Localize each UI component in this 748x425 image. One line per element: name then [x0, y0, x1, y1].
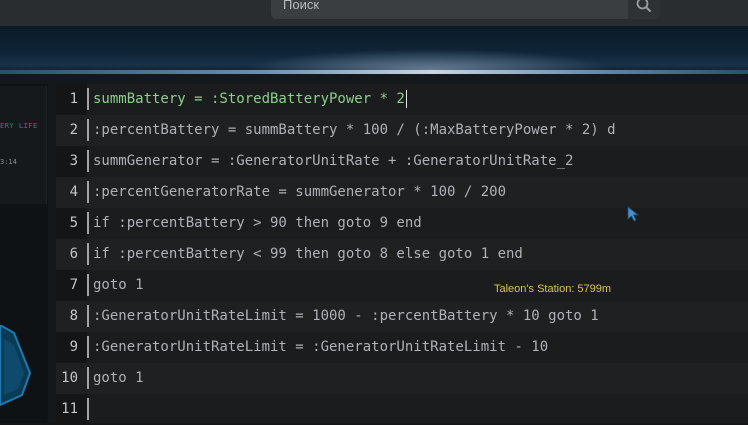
- line-number: 2: [69, 122, 78, 138]
- line-number: 9: [69, 339, 78, 355]
- search-button[interactable]: [628, 0, 660, 19]
- battery-time-value: 3:14: [0, 158, 17, 166]
- code-text[interactable]: :GeneratorUnitRateLimit = :GeneratorUnit…: [93, 332, 548, 363]
- line-marker: [87, 336, 89, 358]
- code-line[interactable]: 6 if :percentBattery < 99 then goto 8 els…: [56, 239, 748, 270]
- code-text[interactable]: if :percentBattery < 99 then goto 8 else…: [93, 239, 523, 270]
- line-number: 1: [69, 91, 78, 107]
- code-line[interactable]: 8 :GeneratorUnitRateLimit = 1000 - :perce…: [56, 301, 748, 332]
- header-banner: [0, 26, 748, 74]
- line-marker: [87, 119, 89, 141]
- line-marker: [87, 243, 89, 265]
- line-marker: [87, 367, 89, 389]
- station-distance-label: Taleon's Station: 5799m: [494, 283, 612, 295]
- line-marker: [87, 212, 89, 234]
- battery-card: [0, 86, 47, 204]
- line-number: 4: [69, 184, 78, 200]
- code-text[interactable]: :percentBattery = summBattery * 100 / (:…: [93, 115, 616, 146]
- line-number: 7: [69, 277, 78, 293]
- line-number: 8: [69, 308, 78, 324]
- search-input[interactable]: Поиск: [271, 0, 628, 19]
- code-line[interactable]: 9 :GeneratorUnitRateLimit = :GeneratorUni…: [56, 332, 748, 363]
- code-line[interactable]: 2 :percentBattery = summBattery * 100 / (…: [56, 115, 748, 146]
- code-text[interactable]: summBattery = :StoredBatteryPower * 2: [93, 84, 407, 115]
- line-number: 5: [69, 215, 78, 231]
- line-marker: [87, 181, 89, 203]
- code-line[interactable]: 1 summBattery = :StoredBatteryPower * 2: [56, 84, 748, 115]
- code-text[interactable]: summGenerator = :GeneratorUnitRate + :Ge…: [93, 146, 573, 177]
- code-line[interactable]: 10 goto 1: [56, 363, 748, 394]
- line-number: 6: [69, 246, 78, 262]
- device-icon: [0, 325, 32, 407]
- line-marker: [87, 274, 89, 296]
- code-text[interactable]: :percentGeneratorRate = summGenerator * …: [93, 177, 506, 208]
- code-text[interactable]: goto 1: [93, 363, 144, 394]
- search-icon: [636, 0, 652, 13]
- line-marker: [87, 305, 89, 327]
- line-number: 3: [69, 153, 78, 169]
- code-line[interactable]: 5 if :percentBattery > 90 then goto 9 end: [56, 208, 748, 239]
- battery-life-label: ERY LIFE: [0, 122, 38, 130]
- code-line[interactable]: 4 :percentGeneratorRate = summGenerator *…: [56, 177, 748, 208]
- code-text[interactable]: :GeneratorUnitRateLimit = 1000 - :percen…: [93, 301, 599, 332]
- code-line[interactable]: 3 summGenerator = :GeneratorUnitRate + :G…: [56, 146, 748, 177]
- mouse-pointer-icon: [627, 206, 639, 222]
- code-text[interactable]: if :percentBattery > 90 then goto 9 end: [93, 208, 422, 239]
- code-line[interactable]: 11: [56, 394, 748, 425]
- line-marker: [87, 398, 89, 420]
- line-marker: [87, 88, 89, 110]
- code-text[interactable]: goto 1: [93, 270, 144, 301]
- line-number: 11: [61, 401, 78, 417]
- line-marker: [87, 150, 89, 172]
- text-caret: [405, 90, 407, 108]
- code-line[interactable]: 7 goto 1: [56, 270, 748, 301]
- line-number: 10: [61, 370, 78, 386]
